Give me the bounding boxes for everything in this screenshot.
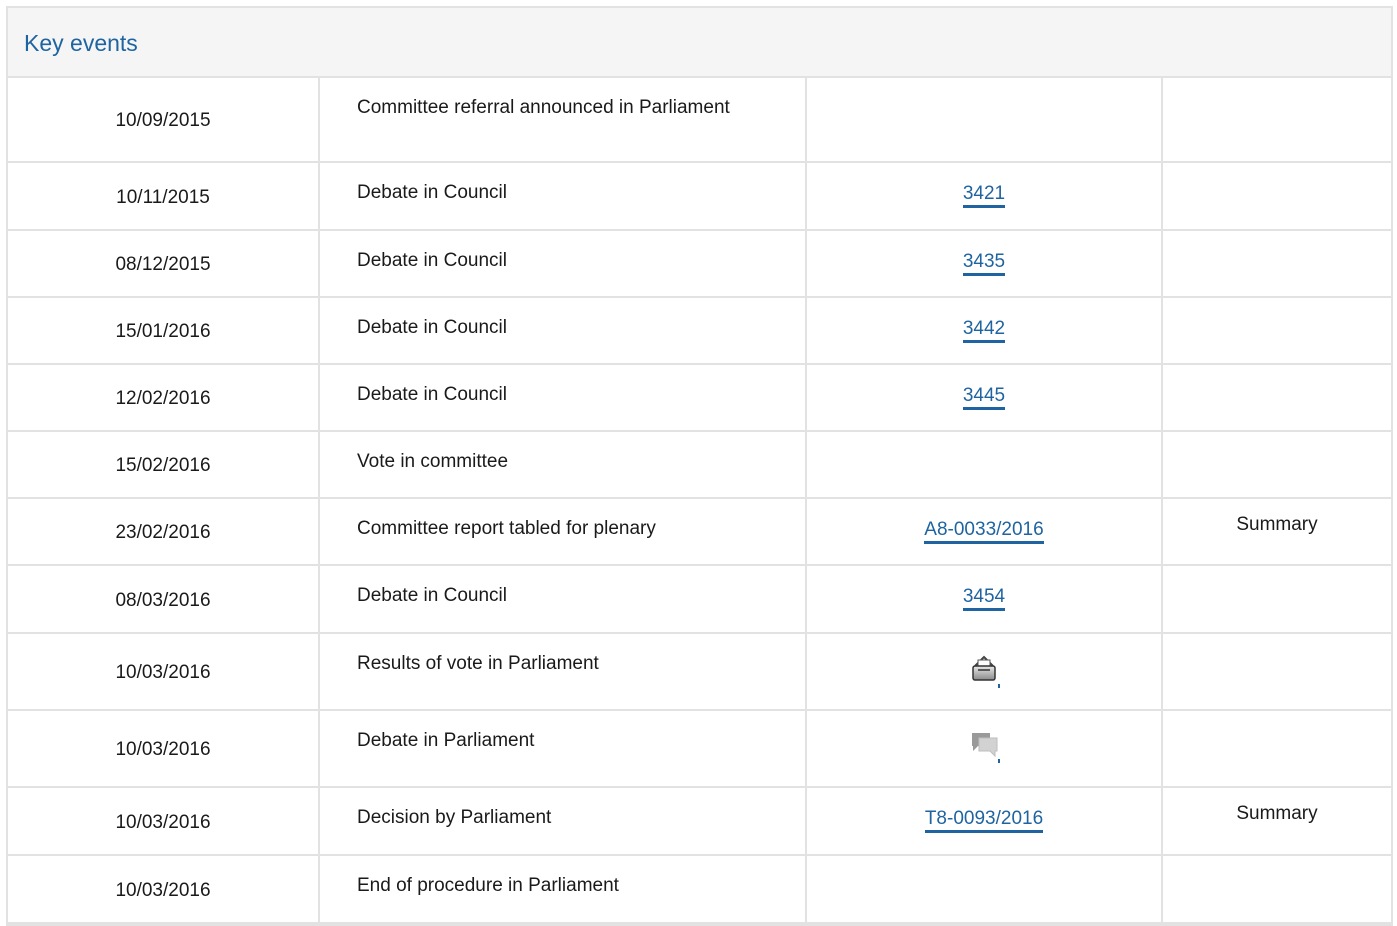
event-reference [806,431,1163,499]
key-events-table: 10/09/2015 Committee referral announced … [8,78,1391,924]
event-summary [1162,855,1391,924]
table-row: 10/03/2016 Decision by Parliament T8-009… [8,787,1391,856]
table-row: 23/02/2016 Committee report tabled for p… [8,498,1391,566]
event-reference: 3454 [806,565,1163,634]
reference-link[interactable]: 3454 [962,586,1006,611]
event-date: 10/03/2016 [8,710,320,788]
speech-bubbles-icon[interactable] [966,727,1002,763]
event-description: Debate in Parliament [319,710,807,788]
event-date: 10/11/2015 [8,162,320,231]
table-row: 10/03/2016 Results of vote in Parliament [8,633,1391,711]
reference-link[interactable]: A8-0033/2016 [924,519,1044,544]
table-row: 15/02/2016 Vote in committee [8,431,1391,499]
table-row: 10/09/2015 Committee referral announced … [8,78,1391,163]
event-description: Vote in committee [319,431,807,499]
reference-link[interactable]: T8-0093/2016 [924,808,1044,833]
event-date: 10/09/2015 [8,78,320,163]
event-summary [1162,162,1391,231]
event-description: End of procedure in Parliament [319,855,807,924]
event-summary [1162,297,1391,365]
event-description: Decision by Parliament [319,787,807,856]
event-summary [1162,78,1391,163]
event-reference: A8-0033/2016 [806,498,1163,566]
event-date: 10/03/2016 [8,787,320,856]
event-reference: 3435 [806,230,1163,298]
event-description: Committee referral announced in Parliame… [319,78,807,163]
event-date: 15/01/2016 [8,297,320,365]
reference-link[interactable]: 3442 [962,318,1006,343]
table-row: 10/03/2016 End of procedure in Parliamen… [8,855,1391,924]
event-date: 12/02/2016 [8,364,320,432]
table-row: 10/03/2016 Debate in Parliament [8,710,1391,788]
event-summary [1162,633,1391,711]
event-description: Debate in Council [319,364,807,432]
table-row: 08/12/2015 Debate in Council 3435 [8,230,1391,298]
event-reference: 3421 [806,162,1163,231]
key-events-panel: Key events 10/09/2015 Committee referral… [6,6,1393,926]
event-description: Committee report tabled for plenary [319,498,807,566]
table-row: 10/11/2015 Debate in Council 3421 [8,162,1391,231]
event-description: Debate in Council [319,565,807,634]
event-reference: 3442 [806,297,1163,365]
ballot-box-icon[interactable] [966,652,1002,688]
event-reference: T8-0093/2016 [806,787,1163,856]
event-description: Debate in Council [319,297,807,365]
reference-link[interactable]: 3435 [962,251,1006,276]
event-summary [1162,364,1391,432]
event-summary [1162,230,1391,298]
event-description: Debate in Council [319,230,807,298]
event-reference [806,855,1163,924]
event-description: Debate in Council [319,162,807,231]
event-reference [806,710,1163,788]
table-row: 15/01/2016 Debate in Council 3442 [8,297,1391,365]
table-row: 12/02/2016 Debate in Council 3445 [8,364,1391,432]
reference-link[interactable]: 3445 [962,385,1006,410]
event-summary [1162,710,1391,788]
event-date: 23/02/2016 [8,498,320,566]
panel-header: Key events [8,8,1391,78]
event-summary [1162,431,1391,499]
event-summary: Summary [1162,498,1391,566]
event-summary [1162,565,1391,634]
event-date: 10/03/2016 [8,855,320,924]
event-date: 08/03/2016 [8,565,320,634]
event-date: 15/02/2016 [8,431,320,499]
event-description: Results of vote in Parliament [319,633,807,711]
event-reference [806,633,1163,711]
event-reference [806,78,1163,163]
event-date: 08/12/2015 [8,230,320,298]
event-summary: Summary [1162,787,1391,856]
table-row: 08/03/2016 Debate in Council 3454 [8,565,1391,634]
event-date: 10/03/2016 [8,633,320,711]
event-reference: 3445 [806,364,1163,432]
panel-title: Key events [24,29,138,56]
reference-link[interactable]: 3421 [962,183,1006,208]
